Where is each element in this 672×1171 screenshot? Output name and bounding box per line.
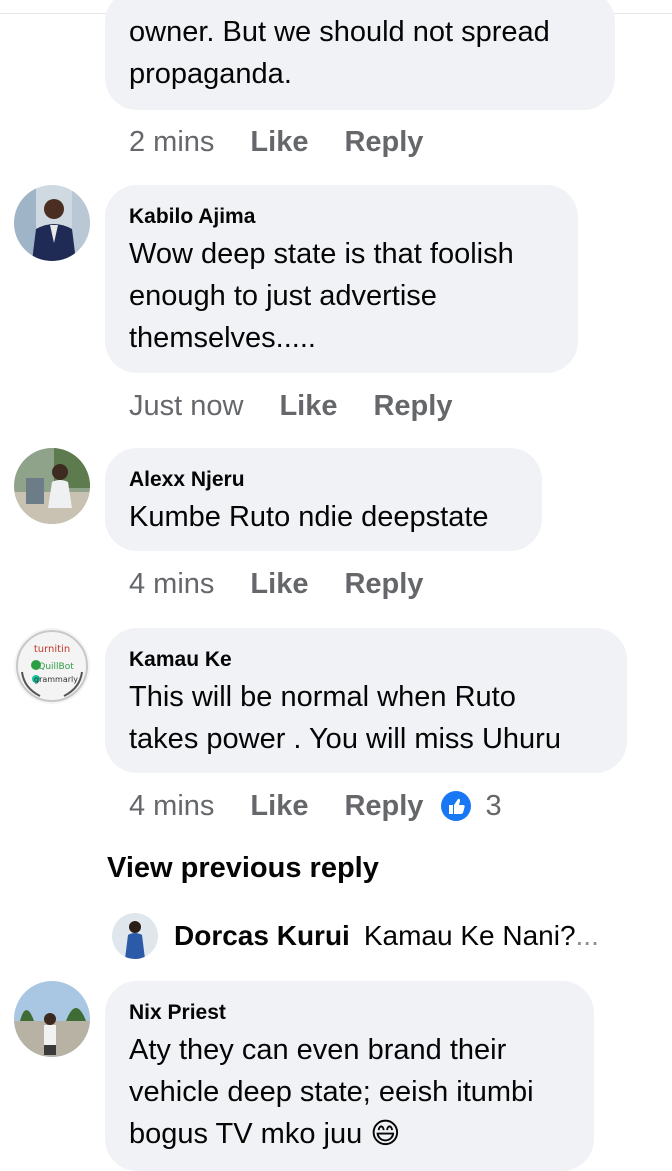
logo-collage-avatar-icon: turnitin QuillBot grammarly	[14, 628, 90, 704]
comment-time[interactable]: 4 mins	[129, 568, 214, 601]
comment-author[interactable]: Alexx Njeru	[129, 468, 245, 492]
nested-reply[interactable]: Dorcas Kurui Kamau Ke Nani? ...	[112, 912, 599, 960]
user-photo-icon	[14, 981, 90, 1057]
comment-text-line: themselves.....	[129, 322, 316, 354]
comment-actions: 2 mins Like Reply	[129, 122, 423, 162]
comment-bubble: Nix Priest Aty they can even brand their…	[105, 981, 594, 1171]
view-previous-reply-link[interactable]: View previous reply	[107, 852, 379, 885]
thumbs-up-icon	[441, 791, 472, 821]
reply-button[interactable]: Reply	[373, 390, 452, 423]
comment-actions: Just now Like Reply	[129, 386, 452, 426]
like-button[interactable]: Like	[250, 126, 308, 159]
comment-author[interactable]: Nix Priest	[129, 1001, 226, 1025]
reply-ellipsis: ...	[575, 920, 599, 951]
comment-bubble: owner. But we should not spread propagan…	[105, 0, 615, 110]
user-photo-icon	[14, 185, 90, 261]
comment-author[interactable]: Kabilo Ajima	[129, 205, 255, 229]
quillbot-logo-text: QuillBot	[38, 662, 74, 672]
turnitin-logo-text: turnitin	[34, 644, 70, 655]
comment-bubble: Kamau Ke This will be normal when Ruto t…	[105, 628, 627, 773]
like-button[interactable]: Like	[250, 790, 308, 823]
reply-button[interactable]: Reply	[344, 568, 423, 601]
comment-text-line: This will be normal when Ruto	[129, 681, 516, 713]
reply-text: Kamau Ke Nani?	[363, 920, 576, 951]
user-photo-icon	[112, 913, 158, 959]
grammarly-logo-text: grammarly	[34, 675, 78, 684]
avatar[interactable]	[14, 981, 90, 1057]
reply-button[interactable]: Reply	[344, 126, 423, 159]
reaction-count: 3	[485, 789, 502, 822]
reply-button[interactable]: Reply	[344, 790, 423, 823]
comment-time[interactable]: 2 mins	[129, 126, 214, 159]
comment-time[interactable]: 4 mins	[129, 790, 214, 823]
user-photo-icon	[14, 448, 90, 524]
comment-text-line: Wow deep state is that foolish	[129, 238, 514, 270]
comment-text-line: enough to just advertise	[129, 280, 437, 312]
comment-text-line: bogus TV mko juu 😄	[129, 1113, 576, 1155]
comment-bubble: Kabilo Ajima Wow deep state is that fool…	[105, 185, 578, 373]
comment-bubble: Alexx Njeru Kumbe Ruto ndie deepstate	[105, 448, 542, 551]
avatar[interactable]: turnitin QuillBot grammarly	[14, 628, 90, 704]
comment-text-line: vehicle deep state; eeish itumbi	[129, 1076, 534, 1108]
grinning-emoji-icon: 😄	[370, 1118, 401, 1150]
avatar[interactable]	[14, 448, 90, 524]
comment-actions: 4 mins Like Reply	[129, 564, 423, 604]
avatar[interactable]	[14, 185, 90, 261]
reaction-summary[interactable]: 3	[441, 789, 502, 823]
reply-author[interactable]: Dorcas Kurui	[174, 920, 350, 952]
comment-text-line: takes power . You will miss Uhuru	[129, 723, 561, 755]
comment-time[interactable]: Just now	[129, 390, 243, 423]
comment-text-line: owner. But we should not spread	[129, 16, 550, 48]
like-button[interactable]: Like	[250, 568, 308, 601]
comment-text-line: Kumbe Ruto ndie deepstate	[129, 501, 489, 533]
comment-text-line: propaganda.	[129, 58, 292, 90]
comment-text-line: Aty they can even brand their	[129, 1034, 507, 1066]
like-button[interactable]: Like	[279, 390, 337, 423]
avatar[interactable]	[112, 913, 158, 959]
comment-author[interactable]: Kamau Ke	[129, 648, 232, 672]
comment-actions: 4 mins Like Reply 3	[129, 786, 502, 826]
comment-text-segment: bogus TV mko juu	[129, 1118, 363, 1150]
